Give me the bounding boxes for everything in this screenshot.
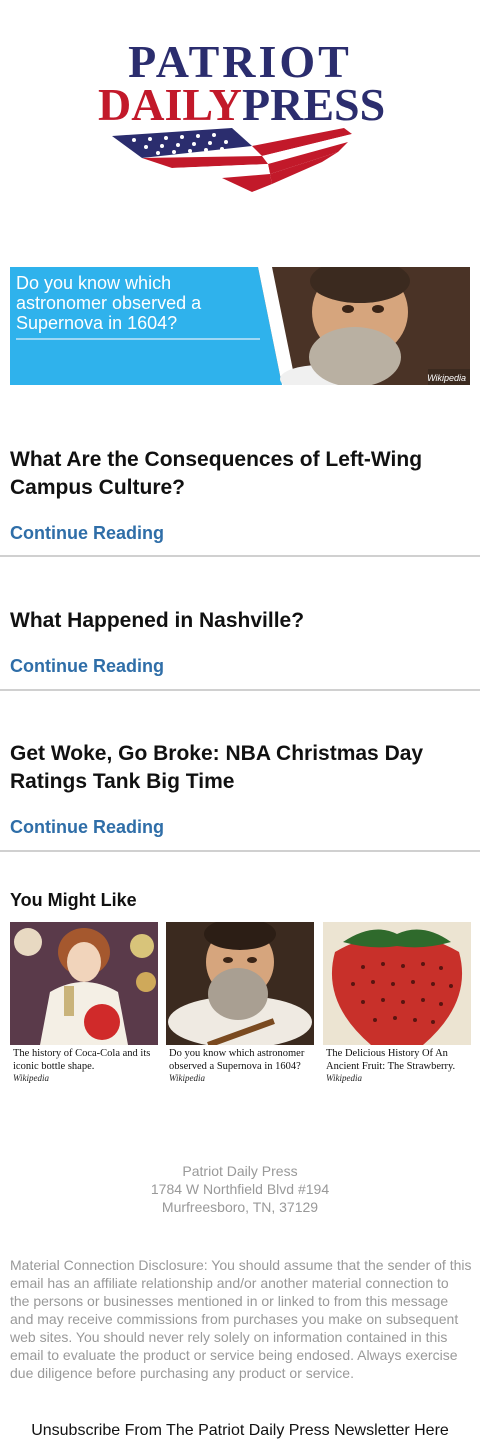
- card-source-label: Wikipedia: [326, 1073, 362, 1083]
- recommendation-card[interactable]: Do you know which astronomer observed a …: [166, 922, 314, 1083]
- logo-word-press: PRESS: [242, 79, 386, 130]
- unsubscribe-link[interactable]: Unsubscribe From The Patriot Daily Press…: [0, 1422, 480, 1440]
- logo-line-patriot: PATRIOT: [128, 36, 352, 87]
- supernova-ad-banner[interactable]: Do you know which astronomer observed a …: [10, 267, 470, 385]
- article-divider: [0, 689, 480, 691]
- continue-reading-link[interactable]: Continue Reading: [10, 656, 164, 677]
- you-might-like-heading: You Might Like: [10, 890, 137, 910]
- banner-divider-line: [16, 338, 260, 340]
- footer-company-name: Patriot Daily Press: [182, 1163, 298, 1179]
- banner-source-label: Wikipedia: [427, 373, 466, 383]
- article-title[interactable]: What Are the Consequences of Left-Wing C…: [10, 446, 470, 502]
- continue-reading-link[interactable]: Continue Reading: [10, 523, 164, 544]
- card-caption: Do you know which astronomer observed a …: [169, 1048, 305, 1072]
- article-title[interactable]: Get Woke, Go Broke: NBA Christmas Day Ra…: [10, 740, 470, 796]
- article-divider: [0, 555, 480, 557]
- article-title[interactable]: What Happened in Nashville?: [10, 607, 470, 635]
- american-flag-icon: [112, 128, 352, 192]
- article-divider: [0, 850, 480, 852]
- strawberry-image: [323, 922, 471, 1045]
- card-caption: The history of Coca-Cola and its iconic …: [13, 1048, 151, 1072]
- footer-city-address: Murfreesboro, TN, 37129: [161, 1199, 319, 1215]
- card-caption: The Delicious History Of An Ancient Frui…: [326, 1048, 456, 1072]
- card-source-label: Wikipedia: [13, 1073, 49, 1083]
- material-connection-disclosure: Material Connection Disclosure: You shou…: [10, 1257, 472, 1381]
- logo-word-daily: DAILY: [98, 79, 243, 130]
- coca-cola-girl-image: [10, 922, 158, 1045]
- banner-headline: Do you know which astronomer observed a …: [16, 273, 202, 333]
- astronomer-portrait-image: [166, 922, 314, 1045]
- recommendation-card[interactable]: The Delicious History Of An Ancient Frui…: [323, 922, 471, 1083]
- card-source-label: Wikipedia: [169, 1073, 205, 1083]
- patriot-daily-press-logo[interactable]: PATRIOT DAILYPRESS: [98, 36, 386, 200]
- logo-line-daily-press: DAILYPRESS: [98, 79, 386, 130]
- footer-street-address: 1784 W Northfield Blvd #194: [150, 1181, 330, 1197]
- recommendation-card[interactable]: The history of Coca-Cola and its iconic …: [10, 922, 158, 1083]
- continue-reading-link[interactable]: Continue Reading: [10, 817, 164, 838]
